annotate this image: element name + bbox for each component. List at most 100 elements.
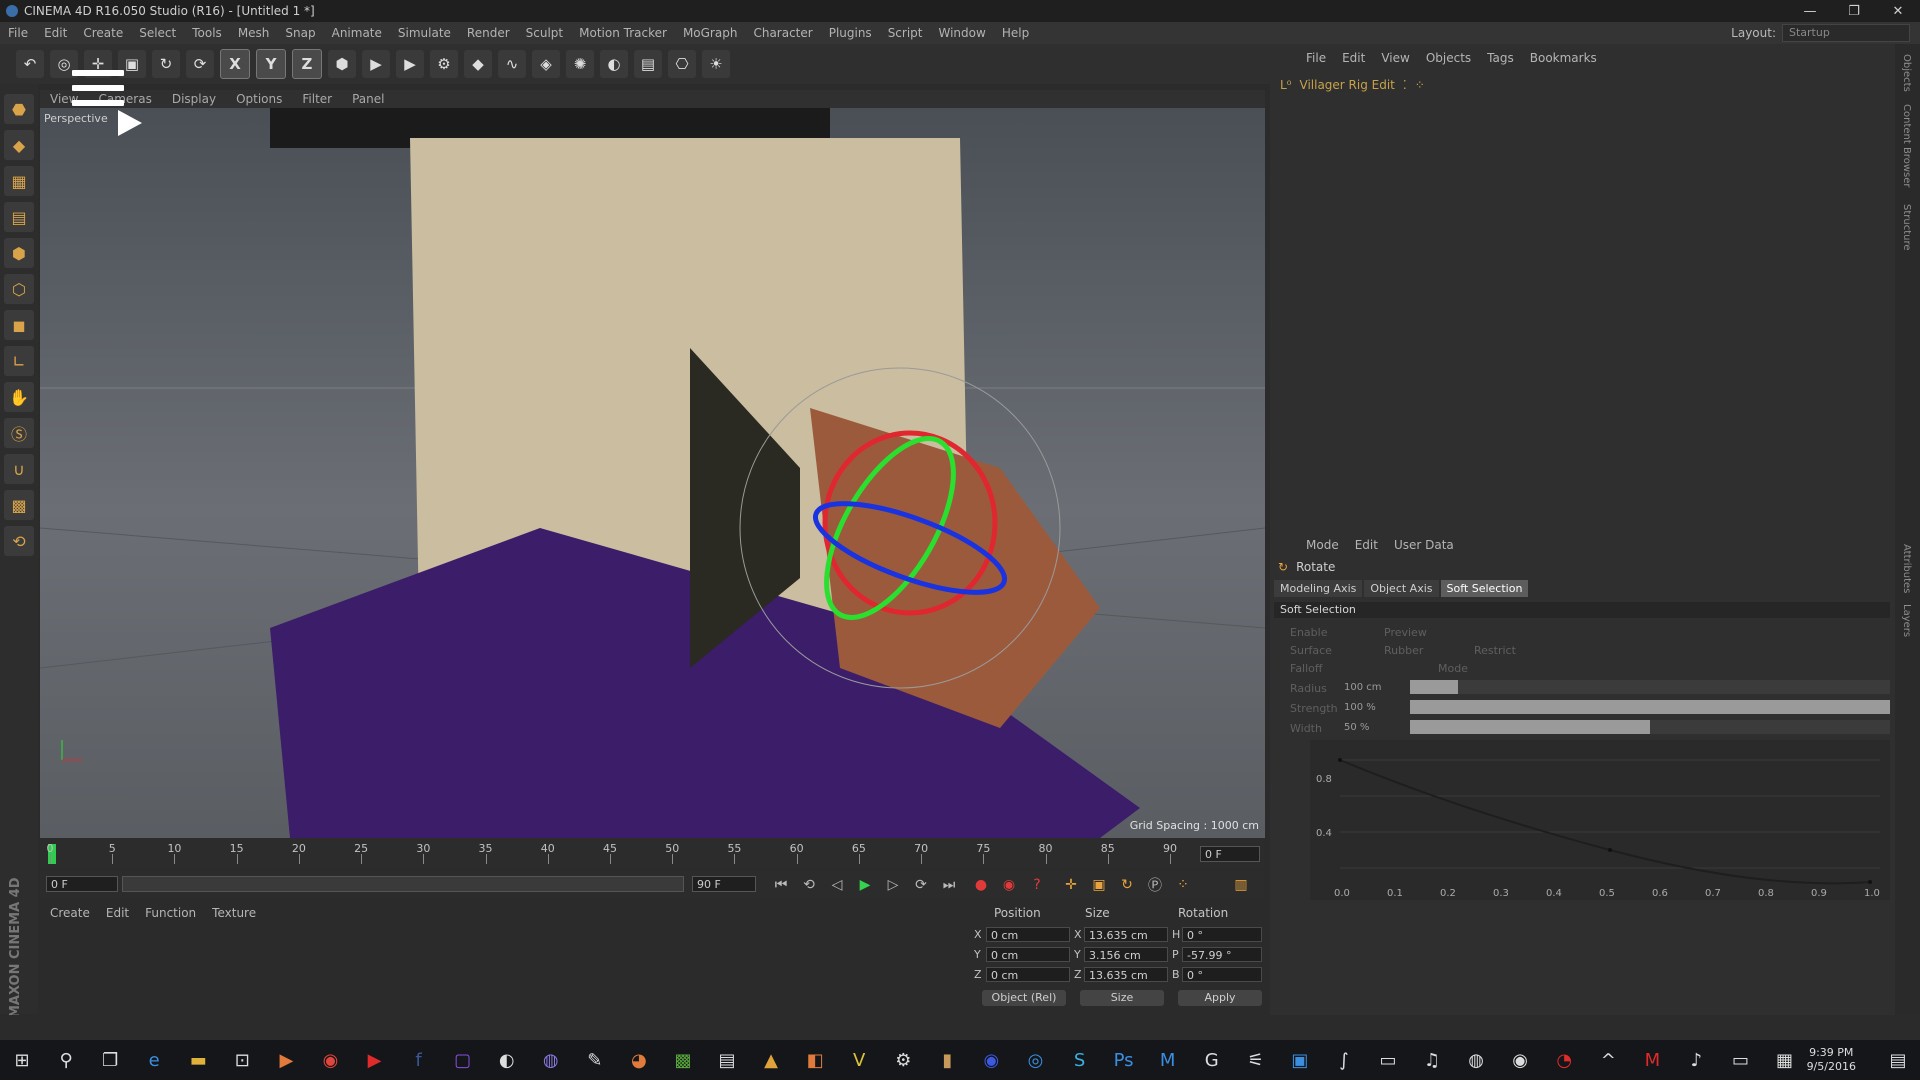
menu-mograph[interactable]: MoGraph — [675, 26, 746, 40]
timeline-scheme-icon[interactable]: ▥ — [1230, 874, 1252, 896]
rotation-p-field[interactable]: -57.99 ° — [1182, 947, 1262, 962]
tag-icon[interactable]: ⁘ — [1415, 78, 1425, 92]
notification-app-icon[interactable]: ◔ — [1547, 1045, 1581, 1075]
surface-checkbox-label[interactable]: Surface — [1290, 644, 1332, 657]
menu-file[interactable]: File — [0, 26, 36, 40]
attributes-menu-user-data[interactable]: User Data — [1394, 538, 1454, 552]
twitch-icon[interactable]: ▢ — [446, 1045, 480, 1075]
subdivision-icon[interactable]: ◈ — [532, 50, 560, 78]
material-menu-function[interactable]: Function — [145, 906, 196, 920]
cube-icon[interactable]: ◆ — [464, 50, 492, 78]
objects-menu-tags[interactable]: Tags — [1487, 51, 1514, 65]
tab-modeling-axis[interactable]: Modeling Axis — [1274, 580, 1363, 597]
render-settings-icon[interactable]: ⚙ — [430, 50, 458, 78]
undo-icon[interactable]: ↶ — [16, 50, 44, 78]
rotate-icon[interactable]: ↻ — [152, 50, 180, 78]
mail-icon[interactable]: M — [1151, 1045, 1185, 1075]
material-menu-texture[interactable]: Texture — [212, 906, 256, 920]
z-axis-lock-button[interactable]: Z — [292, 49, 322, 79]
end-frame-field[interactable]: 90 F — [692, 876, 756, 892]
camera-icon[interactable]: ⎔ — [668, 50, 696, 78]
photoshop-icon[interactable]: Ps — [1107, 1045, 1141, 1075]
steam-icon[interactable]: ⚙ — [886, 1045, 920, 1075]
preview-range-slider[interactable] — [122, 876, 684, 892]
spline-pen-icon[interactable]: ∿ — [498, 50, 526, 78]
render-view-icon[interactable]: ▶ — [362, 50, 390, 78]
app-icon[interactable]: ▲ — [754, 1045, 788, 1075]
size-mode-select[interactable]: Size — [1080, 990, 1164, 1006]
app-icon[interactable]: ▣ — [1283, 1045, 1317, 1075]
facebook-icon[interactable]: f — [402, 1045, 436, 1075]
model-mode-icon[interactable]: ◆ — [4, 130, 34, 160]
side-tab-content-browser[interactable]: Content Browser — [1901, 104, 1912, 187]
menu-animate[interactable]: Animate — [324, 26, 390, 40]
menu-window[interactable]: Window — [931, 26, 994, 40]
previous-frame-icon[interactable]: ◁ — [826, 874, 848, 896]
position-y-field[interactable]: 0 cm — [986, 947, 1070, 962]
menu-script[interactable]: Script — [880, 26, 931, 40]
key-scale-icon[interactable]: ▣ — [1088, 874, 1110, 896]
skype-icon[interactable]: S — [1063, 1045, 1097, 1075]
menu-tools[interactable]: Tools — [184, 26, 230, 40]
workplane-lock-icon[interactable]: ▩ — [4, 490, 34, 520]
app-icon[interactable]: ⚟ — [1239, 1045, 1273, 1075]
menu-help[interactable]: Help — [994, 26, 1037, 40]
itunes-icon[interactable]: ♫ — [1415, 1045, 1449, 1075]
points-mode-icon[interactable]: ⬢ — [4, 238, 34, 268]
app-icon[interactable]: V — [842, 1045, 876, 1075]
previous-key-icon[interactable]: ⟲ — [798, 874, 820, 896]
play-icon[interactable] — [118, 110, 142, 136]
objects-menu-file[interactable]: File — [1306, 51, 1326, 65]
make-editable-icon[interactable]: ⬣ — [4, 94, 34, 124]
app-icon[interactable]: ◧ — [798, 1045, 832, 1075]
taskbar-clock[interactable]: 9:39 PM 9/5/2016 — [1807, 1046, 1876, 1074]
recent-tools-icon[interactable]: ⟳ — [186, 50, 214, 78]
app-icon[interactable]: ◐ — [490, 1045, 524, 1075]
minimize-button[interactable]: — — [1788, 4, 1832, 19]
record-keys-icon[interactable]: ● — [970, 874, 992, 896]
floor-icon[interactable]: ▤ — [634, 50, 662, 78]
media-player-icon[interactable]: ▶ — [269, 1045, 303, 1075]
viewport-menu-filter[interactable]: Filter — [292, 92, 342, 106]
radius-slider[interactable] — [1410, 680, 1890, 694]
tab-object-axis[interactable]: Object Axis — [1364, 580, 1439, 597]
app-icon[interactable]: ◉ — [974, 1045, 1008, 1075]
enable-checkbox-label[interactable]: Enable — [1290, 626, 1327, 639]
menu-create[interactable]: Create — [75, 26, 131, 40]
layout-select[interactable]: Startup — [1782, 24, 1910, 42]
attributes-menu-mode[interactable]: Mode — [1306, 538, 1339, 552]
firefox-icon[interactable]: ◕ — [622, 1045, 656, 1075]
polygons-mode-icon[interactable]: ◼ — [4, 310, 34, 340]
position-x-field[interactable]: 0 cm — [986, 927, 1070, 942]
render-picture-viewer-icon[interactable]: ▶ — [396, 50, 424, 78]
soft-selection-icon[interactable]: ⟲ — [4, 526, 34, 556]
workplane-icon[interactable]: ▤ — [4, 202, 34, 232]
app-icon[interactable]: ▤ — [710, 1045, 744, 1075]
file-explorer-icon[interactable]: ▬ — [181, 1045, 215, 1075]
next-key-icon[interactable]: ⟳ — [910, 874, 932, 896]
edge-browser-icon[interactable]: e — [137, 1045, 171, 1075]
coordinate-system-icon[interactable]: ⬢ — [328, 50, 356, 78]
app-icon[interactable]: ✎ — [578, 1045, 612, 1075]
side-tab-attributes[interactable]: Attributes — [1901, 544, 1912, 593]
menu-motion-tracker[interactable]: Motion Tracker — [571, 26, 675, 40]
rotation-b-field[interactable]: 0 ° — [1182, 967, 1262, 982]
network-icon[interactable]: ▭ — [1723, 1045, 1757, 1075]
viewport-menu-options[interactable]: Options — [226, 92, 292, 106]
side-tab-layers[interactable]: Layers — [1901, 604, 1912, 637]
snap-icon[interactable]: Ⓢ — [4, 418, 34, 448]
side-tab-structure[interactable]: Structure — [1901, 204, 1912, 251]
side-tab-objects[interactable]: Objects — [1901, 54, 1912, 92]
restrict-checkbox-label[interactable]: Restrict — [1474, 644, 1516, 657]
go-to-start-icon[interactable]: ⏮ — [770, 874, 792, 896]
falloff-curve-graph[interactable]: 0.8 0.4 0.0 0.1 0.2 0.3 0.4 0.5 0.6 0.7 0.8 0.9 1.… — [1310, 740, 1890, 900]
frame-ruler[interactable]: 0 5 10 15 20 25 30 35 40 45 50 55 60 65 70 75 80 85 90 — [47, 842, 1190, 864]
key-parameter-icon[interactable]: Ⓟ — [1144, 874, 1166, 896]
object-name[interactable]: Villager Rig Edit — [1300, 78, 1395, 92]
objects-menu-objects[interactable]: Objects — [1426, 51, 1471, 65]
minecraft-icon[interactable]: ▩ — [666, 1045, 700, 1075]
key-pla-icon[interactable]: ⁘ — [1172, 874, 1194, 896]
volume-icon[interactable]: ♪ — [1679, 1045, 1713, 1075]
current-frame-field[interactable]: 0 F — [1200, 846, 1260, 862]
app-icon[interactable]: ∫ — [1327, 1045, 1361, 1075]
